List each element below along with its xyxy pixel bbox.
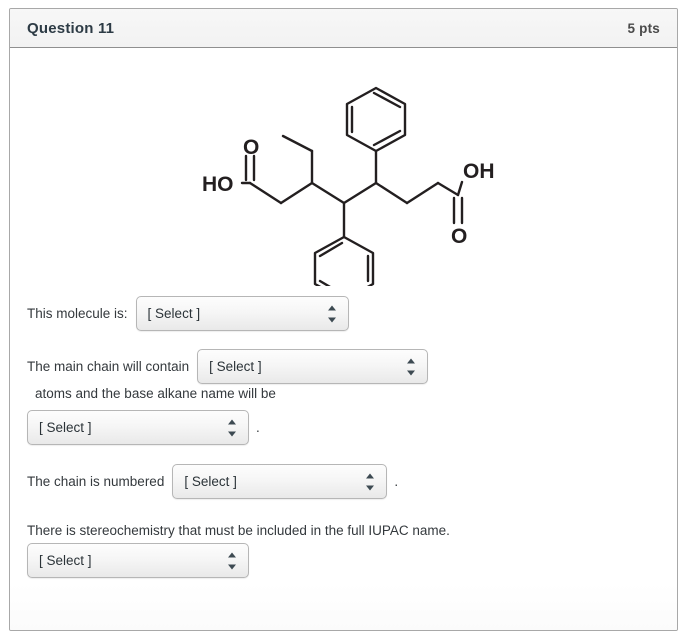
question-header: Question 11 5 pts [10, 9, 677, 48]
form-row-main-chain: The main chain will contain [ Select ] a… [10, 349, 677, 404]
select-main-chain-atoms-value: [ Select ] [209, 359, 262, 374]
chevron-updown-icon [407, 358, 416, 375]
molecule-structure-image: HO O OH O [10, 56, 677, 286]
period-after-chain-numbering: . [394, 474, 399, 489]
answer-form: This molecule is: [ Select ] The main ch… [10, 288, 677, 578]
select-base-alkane-name-value: [ Select ] [39, 420, 92, 435]
select-stereochemistry-value: [ Select ] [39, 553, 92, 568]
period-after-base-alkane: . [256, 420, 260, 435]
label-this-molecule-is: This molecule is: [27, 305, 128, 321]
chevron-updown-icon [366, 473, 375, 490]
label-O-right-carbonyl: O [451, 225, 467, 248]
question-page: Question 11 5 pts HO O OH O This molecul… [0, 0, 687, 641]
select-molecule-type-value: [ Select ] [147, 306, 201, 321]
label-main-chain-after: atoms and the base alkane name will be [35, 386, 276, 401]
page-title: Question 11 [27, 19, 115, 37]
label-main-chain-before: The main chain will contain [27, 358, 190, 374]
chevron-updown-icon [228, 419, 237, 436]
form-row-molecule-type: This molecule is: [ Select ] [10, 296, 677, 331]
select-chain-numbering[interactable]: [ Select ] [172, 464, 388, 499]
select-main-chain-atoms[interactable]: [ Select ] [197, 349, 429, 384]
label-chain-is-numbered: The chain is numbered [27, 473, 165, 489]
question-card: Question 11 5 pts HO O OH O This molecul… [9, 8, 678, 631]
select-base-alkane-name[interactable]: [ Select ] [27, 410, 249, 445]
form-row-chain-numbering: The chain is numbered [ Select ] . [10, 464, 677, 499]
form-row-base-alkane: [ Select ] . [10, 410, 677, 445]
chevron-updown-icon [228, 552, 237, 569]
question-points-badge: 5 pts [627, 20, 660, 36]
label-HO-left: HO [202, 173, 234, 196]
select-stereochemistry[interactable]: [ Select ] [27, 543, 249, 578]
select-molecule-type[interactable]: [ Select ] [135, 296, 349, 331]
form-row-stereochemistry-select: [ Select ] [10, 543, 677, 578]
form-row-stereochemistry-label: There is stereochemistry that must be in… [10, 521, 677, 541]
question-body: HO O OH O This molecule is: [ Select ] T… [10, 48, 677, 630]
label-O-left-carbonyl: O [243, 136, 259, 159]
label-OH-right: OH [463, 160, 495, 183]
label-stereochemistry-statement: There is stereochemistry that must be in… [27, 523, 450, 538]
chevron-updown-icon [327, 305, 337, 322]
select-chain-numbering-value: [ Select ] [184, 474, 237, 489]
